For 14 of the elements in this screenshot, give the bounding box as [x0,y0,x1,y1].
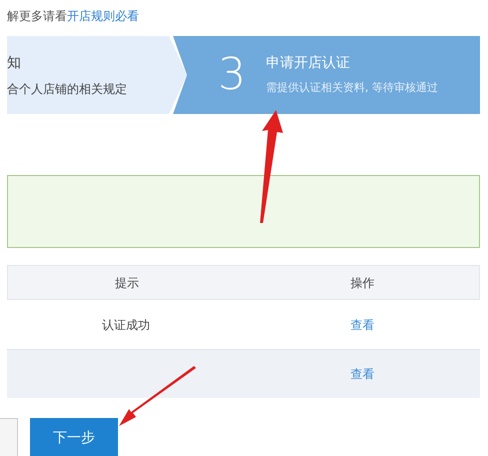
step-title: 申请开店认证 [266,54,351,74]
view-link[interactable]: 查看 [350,316,374,334]
secondary-button[interactable] [0,418,18,456]
view-link[interactable]: 查看 [350,365,374,383]
next-button[interactable]: 下一步 [30,418,118,456]
table-cell-text: 认证成功 [102,316,150,334]
rules-link[interactable]: 开店规则必看 [67,7,139,25]
step-description: 合个人店铺的相关规定 [7,80,127,98]
step-number: 3 [218,53,246,97]
column-header: 提示 [115,274,139,292]
step-description: 需提供认证相关资料, 等待审核通过 [266,80,438,96]
notice-text: 解更多请看 [7,8,67,25]
column-header: 操作 [350,274,374,292]
step-title: 知 [7,54,22,72]
